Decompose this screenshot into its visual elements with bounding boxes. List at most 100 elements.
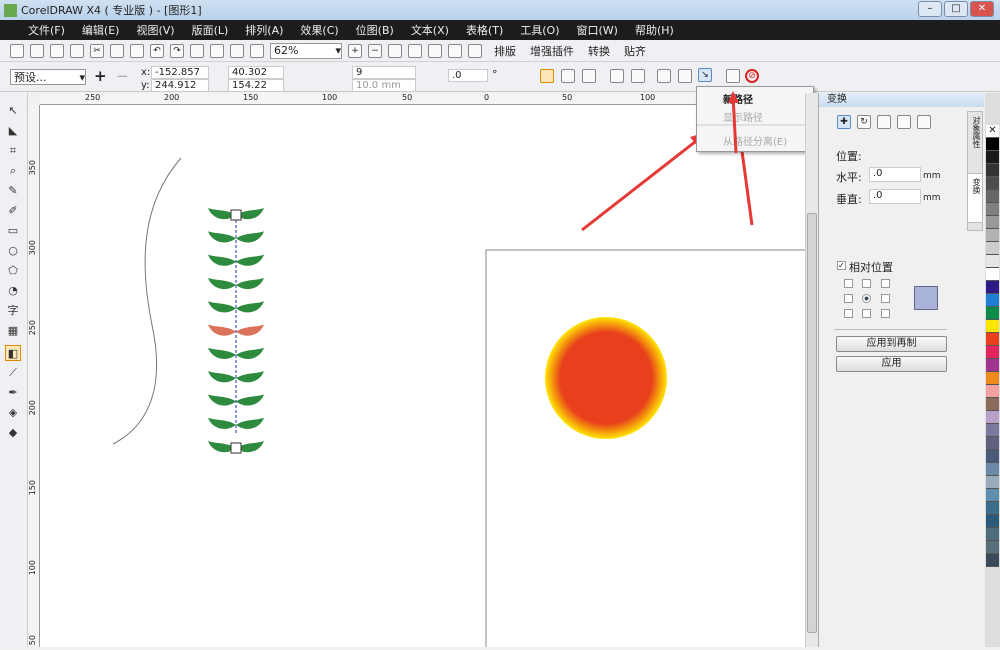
anchor-checkbox[interactable] bbox=[881, 279, 890, 288]
color-swatch[interactable] bbox=[986, 398, 999, 411]
menu-layout[interactable]: 版面(L) bbox=[192, 22, 229, 38]
color-swatch[interactable] bbox=[986, 476, 999, 489]
menu-view[interactable]: 视图(V) bbox=[136, 22, 174, 38]
anchor-checkbox[interactable] bbox=[844, 279, 853, 288]
vertical-field[interactable]: .0 bbox=[869, 189, 921, 204]
more-blend-options-icon[interactable] bbox=[657, 69, 671, 83]
color-swatch[interactable] bbox=[986, 190, 999, 203]
horizontal-ruler[interactable]: 250 200 150 100 50 0 50 100 bbox=[40, 93, 805, 105]
vertical-ruler[interactable]: 350 300 250 200 150 100 50 bbox=[28, 105, 40, 647]
color-swatch[interactable] bbox=[986, 203, 999, 216]
color-swatch[interactable] bbox=[986, 281, 999, 294]
blend-handle[interactable] bbox=[230, 442, 242, 454]
color-swatch[interactable] bbox=[986, 424, 999, 437]
freehand-tool-icon[interactable]: ✎ bbox=[5, 183, 21, 199]
color-swatch[interactable] bbox=[986, 554, 999, 567]
color-swatch[interactable] bbox=[986, 489, 999, 502]
accelerate-sizes-icon[interactable] bbox=[631, 69, 645, 83]
horizontal-field[interactable]: .0 bbox=[869, 167, 921, 182]
fill-tool-icon[interactable]: ◈ bbox=[5, 405, 21, 421]
size-icon[interactable] bbox=[897, 115, 911, 129]
position-icon[interactable]: ✚ bbox=[837, 115, 851, 129]
color-swatch[interactable] bbox=[986, 177, 999, 190]
blend-handle[interactable] bbox=[230, 209, 242, 221]
color-swatch[interactable] bbox=[986, 138, 999, 151]
color-swatch[interactable] bbox=[986, 320, 999, 333]
zoom-level-select[interactable]: 62% ▾ bbox=[270, 42, 342, 59]
open-icon[interactable] bbox=[30, 43, 44, 58]
start-end-properties-icon[interactable] bbox=[678, 69, 692, 83]
clear-blend-icon[interactable]: ⊘ bbox=[745, 69, 759, 83]
color-swatch[interactable] bbox=[986, 216, 999, 229]
color-swatch[interactable] bbox=[986, 164, 999, 177]
copy-icon[interactable] bbox=[110, 43, 124, 58]
rotation-field[interactable]: .0 bbox=[448, 69, 488, 82]
pick-tool-icon[interactable]: ↖ bbox=[5, 103, 21, 119]
menu-table[interactable]: 表格(T) bbox=[466, 22, 503, 38]
copy-blend-icon[interactable] bbox=[726, 69, 740, 83]
menu-help[interactable]: 帮助(H) bbox=[635, 22, 674, 38]
menu-window[interactable]: 窗口(W) bbox=[577, 22, 618, 38]
close-button[interactable]: ✕ bbox=[970, 1, 994, 17]
zoom-selected-icon[interactable] bbox=[388, 43, 402, 58]
scale-icon[interactable] bbox=[877, 115, 891, 129]
plugin-convert[interactable]: 转换 bbox=[588, 43, 610, 59]
color-swatch[interactable] bbox=[986, 515, 999, 528]
x-position-field[interactable]: -152.857 mm bbox=[151, 66, 209, 89]
loop-blend-icon[interactable] bbox=[561, 69, 575, 83]
remove-preset-icon[interactable]: − bbox=[116, 67, 129, 85]
zoom-all-icon[interactable] bbox=[408, 43, 422, 58]
menu-file[interactable]: 文件(F) bbox=[28, 22, 65, 38]
menu-edit[interactable]: 编辑(E) bbox=[82, 22, 120, 38]
color-swatch[interactable] bbox=[986, 229, 999, 242]
steps-field[interactable]: 9 bbox=[352, 66, 416, 79]
menu-arrange[interactable]: 排列(A) bbox=[245, 22, 283, 38]
new-icon[interactable] bbox=[10, 43, 24, 58]
anchor-checkbox[interactable] bbox=[844, 309, 853, 318]
no-color-swatch[interactable]: ✕ bbox=[986, 125, 999, 138]
paste-icon[interactable] bbox=[130, 43, 144, 58]
rectangle-tool-icon[interactable]: ▭ bbox=[5, 223, 21, 239]
color-swatch[interactable] bbox=[986, 541, 999, 554]
cut-icon[interactable]: ✂ bbox=[90, 43, 104, 58]
anchor-checkbox[interactable] bbox=[844, 294, 853, 303]
color-swatch[interactable] bbox=[986, 437, 999, 450]
color-swatch[interactable] bbox=[986, 372, 999, 385]
plugin-snap[interactable]: 贴齐 bbox=[624, 43, 646, 59]
import-icon[interactable] bbox=[190, 43, 204, 58]
curve-path[interactable] bbox=[112, 157, 182, 445]
menu-bitmaps[interactable]: 位图(B) bbox=[356, 22, 394, 38]
color-swatch[interactable] bbox=[986, 502, 999, 515]
undo-icon[interactable]: ↶ bbox=[150, 43, 164, 58]
blend-direction-icon[interactable] bbox=[540, 69, 554, 83]
zoom-tool-icon[interactable]: ⌕ bbox=[5, 163, 21, 179]
skew-icon[interactable] bbox=[917, 115, 931, 129]
crop-tool-icon[interactable]: ⌗ bbox=[5, 143, 21, 159]
apply-to-duplicate-button[interactable]: 应用到再制 bbox=[836, 336, 947, 352]
redo-icon[interactable]: ↷ bbox=[170, 43, 184, 58]
anchor-checkbox[interactable] bbox=[862, 309, 871, 318]
color-swatch[interactable] bbox=[986, 359, 999, 372]
menu-effects[interactable]: 效果(C) bbox=[300, 22, 338, 38]
anchor-checkbox[interactable] bbox=[862, 279, 871, 288]
drawing-canvas[interactable] bbox=[40, 105, 817, 650]
width-field[interactable]: 40.302 mm bbox=[228, 66, 284, 89]
apply-button[interactable]: 应用 bbox=[836, 356, 947, 372]
color-blend-icon[interactable] bbox=[582, 69, 596, 83]
zoom-width-icon[interactable] bbox=[448, 43, 462, 58]
outline-tool-icon[interactable]: ✒ bbox=[5, 385, 21, 401]
y-position-field[interactable]: 244.912 mm bbox=[151, 79, 209, 102]
options-icon[interactable] bbox=[250, 43, 264, 58]
color-swatch[interactable] bbox=[986, 294, 999, 307]
maximize-button[interactable]: □ bbox=[944, 1, 968, 17]
plugin-layout[interactable]: 排版 bbox=[494, 43, 516, 59]
export-icon[interactable] bbox=[210, 43, 224, 58]
object-acceleration-icon[interactable] bbox=[610, 69, 624, 83]
color-swatch[interactable] bbox=[986, 450, 999, 463]
relative-position-checkbox[interactable]: ✓ bbox=[837, 261, 846, 270]
color-swatch[interactable] bbox=[986, 346, 999, 359]
anchor-checkbox[interactable] bbox=[881, 309, 890, 318]
add-preset-icon[interactable]: + bbox=[94, 67, 107, 85]
scrollbar-thumb[interactable] bbox=[807, 213, 817, 633]
color-swatch[interactable] bbox=[986, 411, 999, 424]
